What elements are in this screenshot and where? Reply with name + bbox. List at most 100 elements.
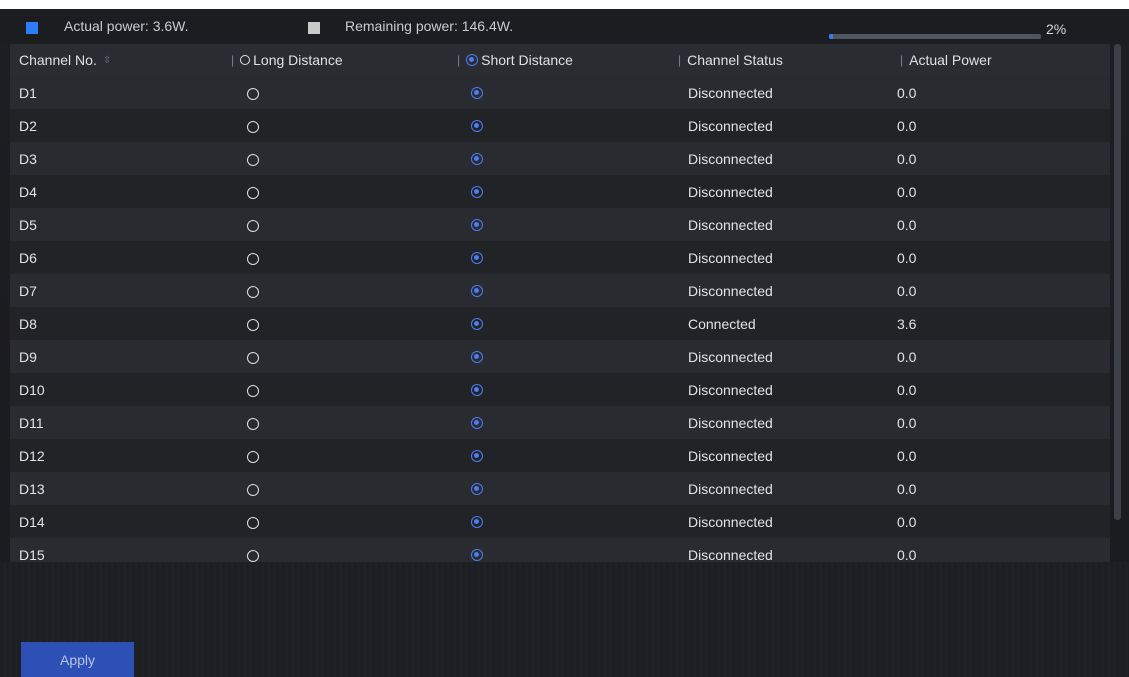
- radio-unchecked-icon[interactable]: [247, 517, 259, 529]
- channel-status-cell: Disconnected: [688, 514, 773, 530]
- long-distance-select-all-radio-icon[interactable]: [240, 55, 251, 65]
- radio-checked-icon[interactable]: [471, 219, 483, 231]
- radio-unchecked-icon[interactable]: [247, 154, 259, 166]
- radio-unchecked-icon[interactable]: [247, 352, 259, 364]
- short-distance-radio[interactable]: [471, 416, 486, 432]
- channel-status-cell: Disconnected: [688, 481, 773, 497]
- channel-no-cell: D8: [19, 316, 37, 332]
- channel-no-cell: D1: [19, 85, 37, 101]
- remaining-power-swatch: [308, 22, 320, 34]
- actual-power-cell: 0.0: [897, 283, 917, 299]
- radio-unchecked-icon[interactable]: [247, 385, 259, 397]
- long-distance-radio[interactable]: [247, 120, 262, 136]
- power-usage-percent: 2%: [1046, 21, 1067, 37]
- radio-checked-icon[interactable]: [471, 285, 483, 297]
- table-row: D14 Disconnected 0.0: [10, 505, 1110, 538]
- channel-no-cell: D6: [19, 250, 37, 266]
- radio-checked-icon[interactable]: [471, 252, 483, 264]
- radio-checked-icon[interactable]: [471, 450, 483, 462]
- radio-unchecked-icon[interactable]: [247, 550, 259, 562]
- short-distance-radio[interactable]: [471, 515, 486, 531]
- long-distance-radio[interactable]: [247, 186, 262, 202]
- short-distance-select-all-radio-icon[interactable]: [466, 54, 479, 66]
- radio-checked-icon[interactable]: [471, 120, 483, 132]
- short-distance-radio[interactable]: [471, 350, 486, 366]
- channel-no-cell: D7: [19, 283, 37, 299]
- table-row: D5 Disconnected 0.0: [10, 208, 1110, 241]
- long-distance-radio[interactable]: [247, 87, 262, 103]
- column-separator: |: [457, 53, 461, 67]
- table-scrollbar[interactable]: [1114, 44, 1121, 520]
- long-distance-radio[interactable]: [247, 285, 262, 301]
- table-row: D8 Connected 3.6: [10, 307, 1110, 340]
- bottom-panel: [0, 562, 1129, 677]
- channel-status-cell: Disconnected: [688, 283, 773, 299]
- header-short-distance[interactable]: | Short Distance: [457, 52, 573, 68]
- apply-button[interactable]: Apply: [21, 642, 134, 677]
- radio-checked-icon[interactable]: [471, 549, 483, 561]
- short-distance-radio[interactable]: [471, 383, 486, 399]
- radio-checked-icon[interactable]: [471, 153, 483, 165]
- radio-unchecked-icon[interactable]: [247, 286, 259, 298]
- radio-unchecked-icon[interactable]: [247, 220, 259, 232]
- channel-power-table: Channel No. ⇳ | Long Distance | Short Di…: [10, 44, 1110, 571]
- radio-checked-icon[interactable]: [471, 186, 483, 198]
- long-distance-radio[interactable]: [247, 417, 262, 433]
- header-channel-no[interactable]: Channel No. ⇳: [19, 52, 111, 68]
- short-distance-radio[interactable]: [471, 152, 486, 168]
- top-margin: [0, 0, 1129, 9]
- short-distance-radio[interactable]: [471, 86, 486, 102]
- header-long-distance[interactable]: | Long Distance: [231, 52, 343, 68]
- long-distance-radio[interactable]: [247, 252, 262, 268]
- short-distance-radio[interactable]: [471, 482, 486, 498]
- table-row: D6 Disconnected 0.0: [10, 241, 1110, 274]
- radio-checked-icon[interactable]: [471, 417, 483, 429]
- short-distance-radio[interactable]: [471, 449, 486, 465]
- channel-status-cell: Disconnected: [688, 184, 773, 200]
- table-row: D3 Disconnected 0.0: [10, 142, 1110, 175]
- long-distance-radio[interactable]: [247, 516, 262, 532]
- radio-unchecked-icon[interactable]: [247, 121, 259, 133]
- channel-status-cell: Disconnected: [688, 151, 773, 167]
- channel-no-cell: D13: [19, 481, 45, 497]
- remaining-power-label: Remaining power: 146.4W.: [345, 18, 514, 34]
- short-distance-radio[interactable]: [471, 251, 486, 267]
- column-separator: |: [900, 53, 904, 67]
- short-distance-radio[interactable]: [471, 218, 486, 234]
- radio-checked-icon[interactable]: [471, 483, 483, 495]
- long-distance-radio[interactable]: [247, 483, 262, 499]
- long-distance-radio[interactable]: [247, 219, 262, 235]
- radio-unchecked-icon[interactable]: [247, 88, 259, 100]
- short-distance-radio[interactable]: [471, 284, 486, 300]
- radio-unchecked-icon[interactable]: [247, 484, 259, 496]
- header-channel-label: Channel No.: [19, 52, 97, 68]
- radio-unchecked-icon[interactable]: [247, 451, 259, 463]
- radio-unchecked-icon[interactable]: [247, 253, 259, 265]
- channel-no-cell: D2: [19, 118, 37, 134]
- radio-unchecked-icon[interactable]: [247, 187, 259, 199]
- sort-icon[interactable]: ⇳: [103, 55, 111, 66]
- short-distance-radio[interactable]: [471, 185, 486, 201]
- short-distance-radio[interactable]: [471, 119, 486, 135]
- short-distance-radio[interactable]: [471, 317, 486, 333]
- radio-checked-icon[interactable]: [471, 516, 483, 528]
- channel-no-cell: D11: [19, 415, 44, 431]
- channel-status-cell: Connected: [688, 316, 756, 332]
- long-distance-radio[interactable]: [247, 318, 262, 334]
- radio-checked-icon[interactable]: [471, 87, 483, 99]
- channel-no-cell: D10: [19, 382, 45, 398]
- radio-checked-icon[interactable]: [471, 351, 483, 363]
- radio-checked-icon[interactable]: [471, 318, 483, 330]
- power-usage-fill: [829, 34, 834, 39]
- long-distance-radio[interactable]: [247, 450, 262, 466]
- radio-checked-icon[interactable]: [471, 384, 483, 396]
- actual-power-cell: 0.0: [897, 547, 917, 563]
- radio-unchecked-icon[interactable]: [247, 418, 259, 430]
- actual-power-cell: 0.0: [897, 382, 917, 398]
- radio-unchecked-icon[interactable]: [247, 319, 259, 331]
- long-distance-radio[interactable]: [247, 384, 262, 400]
- actual-power-cell: 0.0: [897, 415, 917, 431]
- scrollbar-thumb[interactable]: [1114, 44, 1121, 520]
- long-distance-radio[interactable]: [247, 153, 262, 169]
- long-distance-radio[interactable]: [247, 351, 262, 367]
